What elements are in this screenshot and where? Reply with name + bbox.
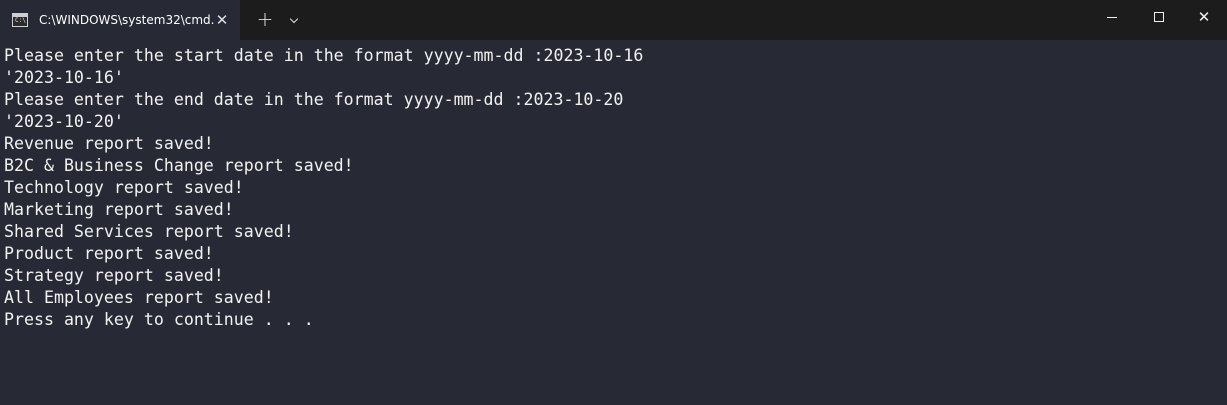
maximize-button[interactable] — [1136, 0, 1182, 34]
console-line: All Employees report saved! — [4, 288, 274, 307]
console-line: B2C & Business Change report saved! — [4, 156, 354, 175]
new-tab-button[interactable]: + — [252, 8, 278, 32]
title-bar: C:\ C:\WINDOWS\system32\cmd. ✕ + ✕ — [0, 0, 1227, 40]
tab-title: C:\WINDOWS\system32\cmd. — [39, 13, 215, 27]
console-line: Strategy report saved! — [4, 266, 224, 285]
close-tab-icon[interactable]: ✕ — [210, 8, 234, 32]
close-icon: ✕ — [1197, 8, 1211, 26]
console-line: Technology report saved! — [4, 178, 244, 197]
console-line: '2023-10-20' — [4, 112, 124, 131]
minimize-button[interactable] — [1089, 0, 1135, 34]
console-line: Marketing report saved! — [4, 200, 234, 219]
console-lines: Please enter the start date in the forma… — [4, 45, 643, 331]
tab-cmd[interactable]: C:\ C:\WINDOWS\system32\cmd. ✕ — [0, 0, 240, 40]
console-line: Press any key to continue . . . — [4, 310, 314, 329]
console-line: Revenue report saved! — [4, 134, 214, 153]
console-line: Please enter the start date in the forma… — [4, 46, 644, 65]
close-window-button[interactable]: ✕ — [1181, 0, 1227, 34]
console-line: Please enter the end date in the format … — [4, 90, 624, 109]
cmd-icon: C:\ — [12, 13, 28, 27]
console-line: Shared Services report saved! — [4, 222, 294, 241]
tab-dropdown-button[interactable] — [283, 8, 305, 32]
console-line: '2023-10-16' — [4, 68, 124, 87]
chevron-down-icon — [289, 14, 299, 24]
console-line: Product report saved! — [4, 244, 214, 263]
maximize-icon — [1154, 12, 1164, 22]
minimize-icon — [1107, 17, 1117, 18]
console-output[interactable]: Please enter the start date in the forma… — [0, 40, 1227, 405]
